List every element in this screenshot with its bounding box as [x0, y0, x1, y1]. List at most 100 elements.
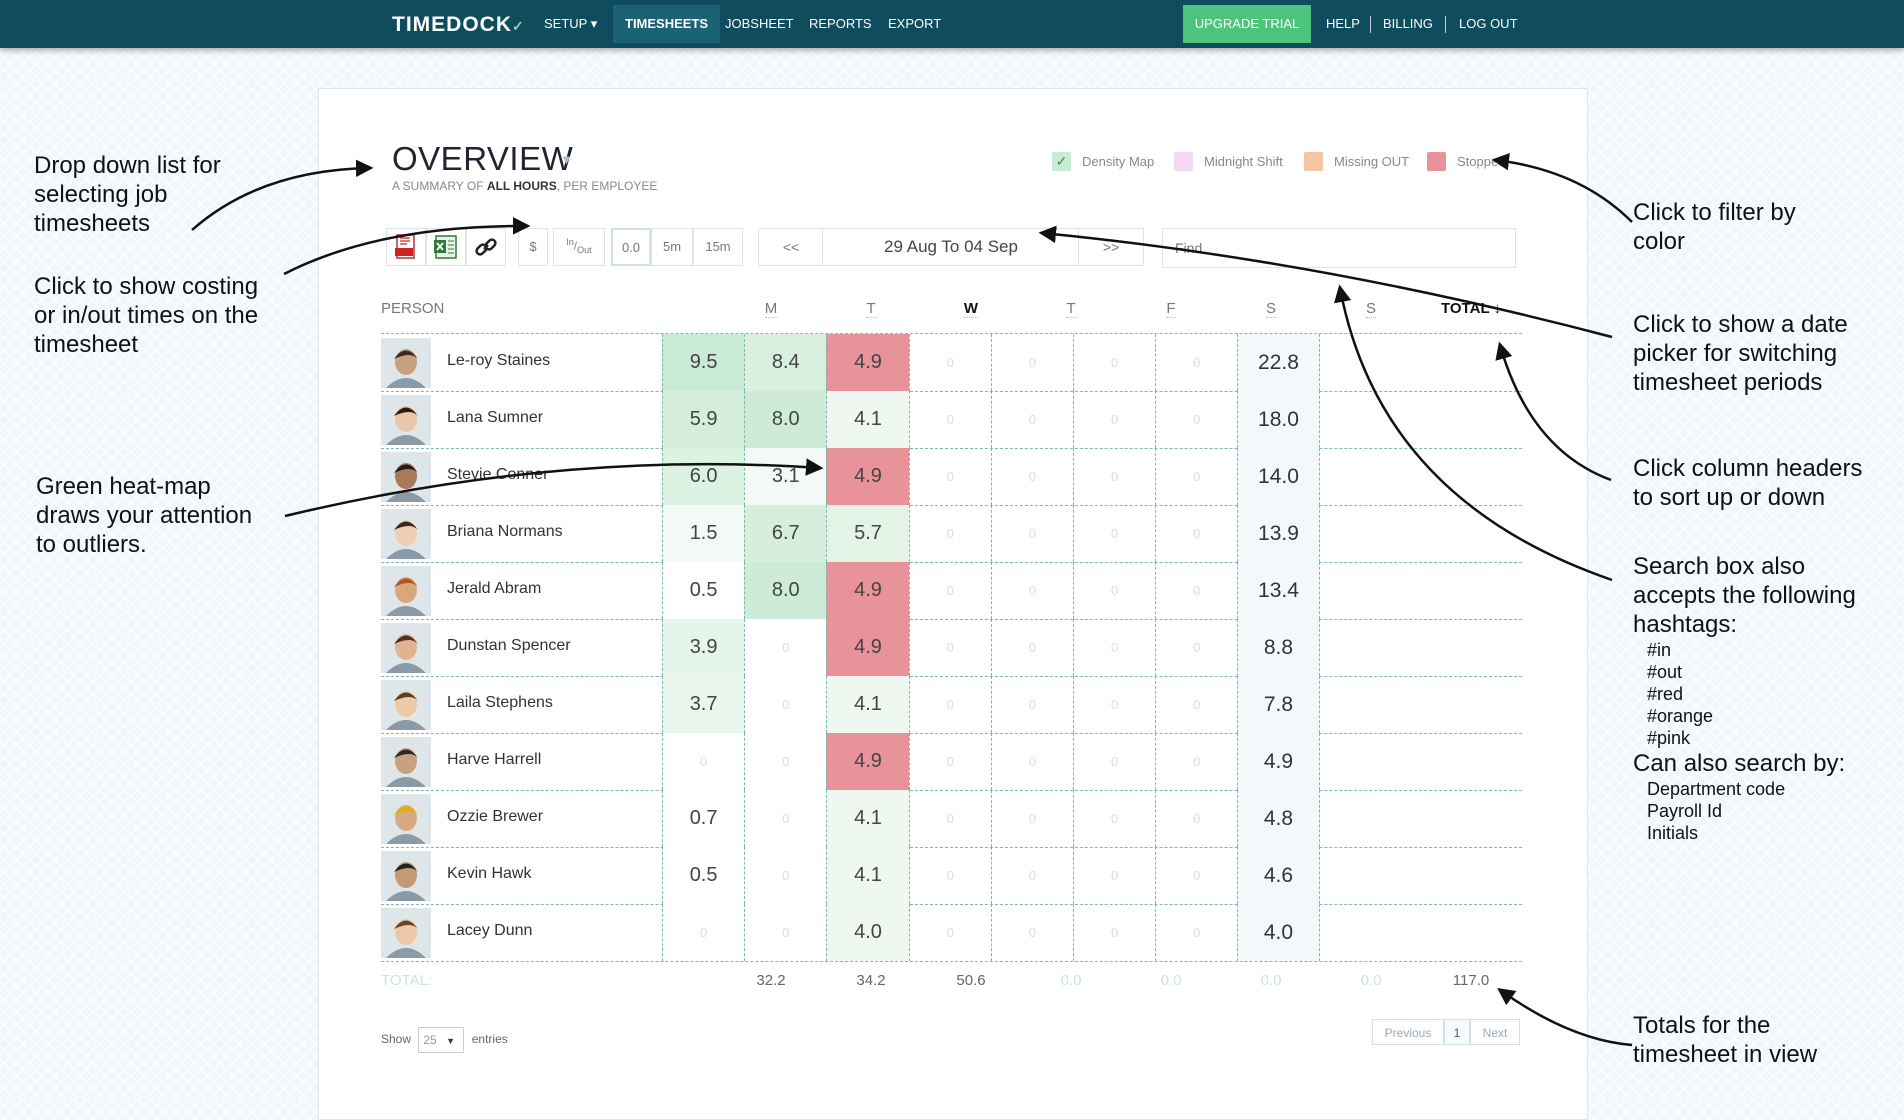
day-cell[interactable]: 8.0 [744, 562, 827, 619]
nav-export[interactable]: EXPORT [876, 0, 953, 48]
table-row[interactable]: Laila Stephens 3.7 0 4.1 0 0 0 0 7.8 [381, 676, 1522, 734]
day-cell[interactable]: 8.0 [744, 391, 827, 448]
day-cell[interactable]: 0 [1155, 391, 1237, 448]
day-cell[interactable]: 0 [1073, 904, 1155, 961]
previous-page-button[interactable]: Previous [1372, 1019, 1444, 1045]
column-header-thu[interactable]: T [1021, 300, 1121, 318]
page-1-button[interactable]: 1 [1444, 1019, 1470, 1045]
person-name[interactable]: Stevie Conner [447, 466, 548, 484]
nav-reports[interactable]: REPORTS [797, 0, 884, 48]
day-cell[interactable]: 0 [1155, 904, 1237, 961]
table-row[interactable]: Le-roy Staines 9.5 8.4 4.9 0 0 0 0 22.8 [381, 334, 1522, 392]
color-swatch[interactable] [1304, 152, 1323, 171]
person-name[interactable]: Dunstan Spencer [447, 637, 571, 655]
day-cell[interactable]: 4.1 [826, 391, 909, 448]
day-cell[interactable]: 0 [990, 733, 1073, 790]
day-cell[interactable]: 4.9 [826, 619, 909, 676]
column-header-mon[interactable]: M [721, 300, 821, 318]
day-cell[interactable]: 0 [1155, 619, 1237, 676]
day-cell[interactable]: 0 [1155, 562, 1237, 619]
day-cell[interactable]: 0 [908, 562, 991, 619]
day-cell[interactable]: 1.5 [662, 505, 745, 562]
day-cell[interactable]: 0 [990, 790, 1073, 847]
day-cell[interactable]: 0 [990, 619, 1073, 676]
person-name[interactable]: Jerald Abram [447, 580, 541, 598]
person-name[interactable]: Harve Harrell [447, 751, 541, 769]
person-name[interactable]: Lacey Dunn [447, 922, 532, 940]
day-cell[interactable]: 0 [1155, 790, 1237, 847]
day-cell[interactable]: 4.9 [826, 733, 909, 790]
nav-timesheets[interactable]: TIMESHEETS [613, 5, 721, 43]
person-name[interactable]: Lana Sumner [447, 409, 543, 427]
day-cell[interactable]: 0 [744, 904, 827, 961]
person-name[interactable]: Laila Stephens [447, 694, 553, 712]
day-cell[interactable]: 0 [662, 733, 745, 790]
excel-export-button[interactable] [426, 228, 466, 266]
chevron-down-icon[interactable]: ▼ [560, 152, 573, 167]
column-header-fri[interactable]: F [1121, 300, 1221, 318]
day-cell[interactable]: 0 [908, 334, 991, 391]
inout-toggle-button[interactable]: In/Out [553, 228, 605, 266]
page-size-select[interactable]: 25 ▼ [418, 1027, 465, 1053]
column-header-sun[interactable]: S [1321, 300, 1421, 318]
table-row[interactable]: Jerald Abram 0.5 8.0 4.9 0 0 0 0 13.4 [381, 562, 1522, 620]
day-cell[interactable]: 0 [1073, 391, 1155, 448]
nav-billing[interactable]: BILLING [1371, 0, 1445, 48]
upgrade-trial-button[interactable]: UPGRADE TRIAL [1183, 5, 1311, 43]
day-cell[interactable]: 0 [1155, 676, 1237, 733]
day-cell[interactable]: 0 [744, 790, 827, 847]
round-0-button[interactable]: 0.0 [611, 228, 651, 266]
day-cell[interactable]: 0 [1073, 505, 1155, 562]
day-cell[interactable]: 4.1 [826, 676, 909, 733]
next-page-button[interactable]: Next [1470, 1019, 1520, 1045]
day-cell[interactable]: 4.9 [826, 334, 909, 391]
day-cell[interactable]: 0 [744, 733, 827, 790]
column-header-person[interactable]: PERSON [381, 300, 461, 317]
day-cell[interactable]: 0 [1073, 790, 1155, 847]
table-row[interactable]: Kevin Hawk 0.5 0 4.1 0 0 0 0 4.6 [381, 847, 1522, 905]
day-cell[interactable]: 0 [990, 505, 1073, 562]
day-cell[interactable]: 0 [908, 505, 991, 562]
column-header-wed[interactable]: W [921, 300, 1021, 318]
color-swatch[interactable] [1174, 152, 1193, 171]
day-cell[interactable]: 4.9 [826, 562, 909, 619]
table-row[interactable]: Harve Harrell 0 0 4.9 0 0 0 0 4.9 [381, 733, 1522, 791]
person-name[interactable]: Ozzie Brewer [447, 808, 543, 826]
table-row[interactable]: Briana Normans 1.5 6.7 5.7 0 0 0 0 13.9 [381, 505, 1522, 563]
app-logo[interactable]: TIMEDOCK✓ [392, 13, 525, 37]
day-cell[interactable]: 0 [1073, 448, 1155, 505]
day-cell[interactable]: 0 [744, 676, 827, 733]
table-row[interactable]: Stevie Conner 6.0 3.1 4.9 0 0 0 0 14.0 [381, 448, 1522, 506]
day-cell[interactable]: 0 [744, 847, 827, 904]
day-cell[interactable]: 5.7 [826, 505, 909, 562]
day-cell[interactable]: 0 [1073, 334, 1155, 391]
day-cell[interactable]: 4.9 [826, 448, 909, 505]
day-cell[interactable]: 0 [908, 847, 991, 904]
column-header-tue[interactable]: T [821, 300, 921, 318]
round-5m-button[interactable]: 5m [651, 228, 693, 266]
round-15m-button[interactable]: 15m [693, 228, 743, 266]
day-cell[interactable]: 0 [990, 448, 1073, 505]
page-title[interactable]: OVERVIEW [392, 140, 573, 178]
day-cell[interactable]: 4.1 [826, 847, 909, 904]
day-cell[interactable]: 0 [908, 391, 991, 448]
day-cell[interactable]: 0 [1155, 448, 1237, 505]
day-cell[interactable]: 0.5 [662, 847, 745, 904]
day-cell[interactable]: 3.7 [662, 676, 745, 733]
day-cell[interactable]: 0 [1155, 505, 1237, 562]
day-cell[interactable]: 0 [990, 847, 1073, 904]
table-row[interactable]: Dunstan Spencer 3.9 0 4.9 0 0 0 0 8.8 [381, 619, 1522, 677]
day-cell[interactable]: 3.9 [662, 619, 745, 676]
day-cell[interactable]: 0 [908, 904, 991, 961]
table-row[interactable]: Lacey Dunn 0 0 4.0 0 0 0 0 4.0 [381, 904, 1522, 962]
day-cell[interactable]: 6.7 [744, 505, 827, 562]
day-cell[interactable]: 0 [990, 904, 1073, 961]
day-cell[interactable]: 0 [908, 790, 991, 847]
day-cell[interactable]: 5.9 [662, 391, 745, 448]
search-input[interactable] [1162, 228, 1516, 268]
day-cell[interactable]: 6.0 [662, 448, 745, 505]
day-cell[interactable]: 0 [990, 334, 1073, 391]
link-button[interactable] [466, 228, 506, 266]
day-cell[interactable]: 0 [1155, 733, 1237, 790]
day-cell[interactable]: 0 [1073, 562, 1155, 619]
